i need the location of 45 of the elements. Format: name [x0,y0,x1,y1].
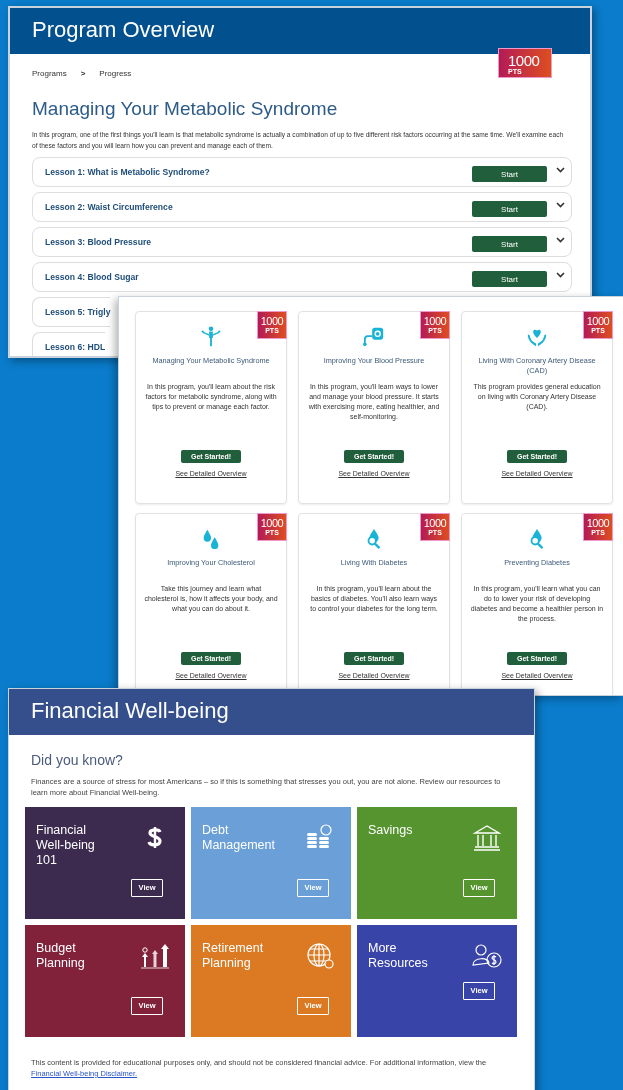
tile-title: Budget Planning [36,940,86,971]
dollar-icon [147,826,162,848]
coin-stack-icon [307,823,332,848]
lesson-title: Lesson 4: Blood Sugar [45,272,140,283]
tile-title: Financial Well-being 101 [36,822,96,868]
breadcrumb-link[interactable]: Progress [99,69,132,78]
chevron-icon[interactable] [556,167,565,174]
lesson-title: Lesson 1: What is Metabolic Syndrome? [45,167,211,178]
rising-bars-icon [140,943,170,968]
lesson-title: Lesson 3: Blood Pressure [45,237,153,248]
lesson-row[interactable]: Lesson 3: Blood Pressure Start [32,227,572,258]
lesson-row[interactable]: Lesson 5: Trigly [32,297,111,328]
start-button[interactable]: Start [472,166,547,183]
bank-building-icon [472,824,502,851]
tile-title: Debt Management [202,822,276,853]
person-dollar-icon [472,943,502,968]
program-heading: Managing Your Metabolic Syndrome [32,98,339,120]
section-heading: Did you know? [31,752,124,768]
chevron-icon[interactable] [556,202,565,209]
heart-in-hands-icon [527,329,547,347]
blood-pressure-monitor-icon [363,327,384,347]
start-button[interactable]: Start [472,236,547,253]
window-title: Program Overview [32,17,215,42]
chevron-icon[interactable] [556,272,565,279]
person-icon [201,326,221,347]
breadcrumb-link[interactable]: Programs [32,69,67,78]
lesson-row[interactable]: Lesson 1: What is Metabolic Syndrome? Start [32,157,572,188]
lesson-row[interactable]: Lesson 2: Waist Circumference Start [32,192,572,223]
tile-title: Retirement Planning [202,940,265,971]
tile-title: Savings [368,822,414,838]
breadcrumb-separator: > [80,69,86,78]
lesson-row[interactable]: Lesson 6: HDL [32,332,106,356]
tile-title: More Resources [368,940,429,971]
lesson-title: Lesson 6: HDL [45,342,106,353]
drop-magnifier-icon [530,528,544,549]
window-title: Financial Well-being [31,698,229,723]
lesson-title: Lesson 2: Waist Circumference [45,202,174,213]
lesson-title: Lesson 5: Trigly [45,307,111,318]
water-drops-icon [203,529,219,550]
chevron-icon[interactable] [556,237,565,244]
start-button[interactable]: Start [472,201,547,218]
lesson-row[interactable]: Lesson 4: Blood Sugar Start [32,262,572,293]
drop-magnifier-icon [367,528,381,549]
start-button[interactable]: Start [472,271,547,288]
globe-icon [307,942,334,969]
